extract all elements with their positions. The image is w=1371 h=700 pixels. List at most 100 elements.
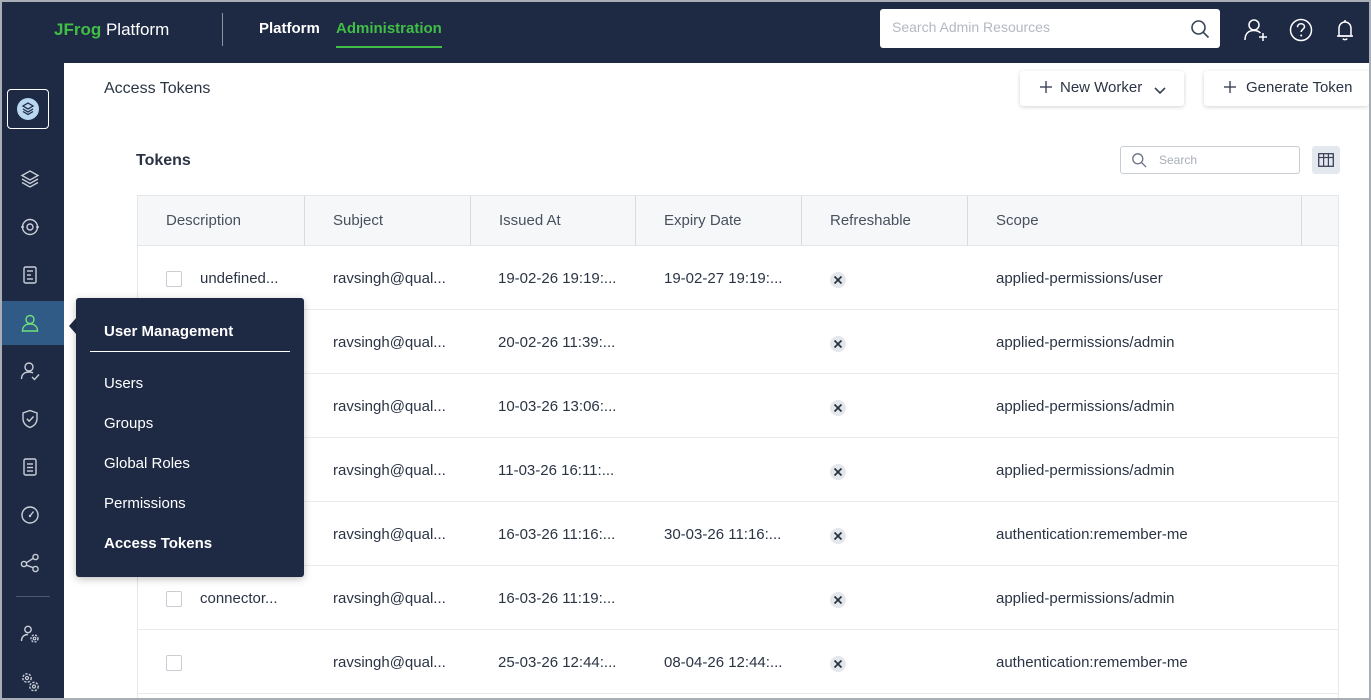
sidebar-item-admin[interactable] [2,660,64,698]
not-refreshable-icon [830,272,846,288]
sidebar-item-integrations[interactable] [2,541,64,585]
column-header-issued-at[interactable]: Issued At [471,196,636,246]
table-row[interactable]: ravsingh@qual... 10-03-26 13:06:... applie… [138,374,1338,438]
new-worker-button[interactable]: New Worker [1020,71,1184,106]
column-header-subject[interactable]: Subject [305,196,471,246]
header-divider [222,13,223,46]
cell-expiry-date: 30-03-26 11:16:... [664,526,782,543]
sidebar-item-pipelines[interactable] [2,253,64,297]
cell-description: undefined... [200,270,279,287]
sidebar-item-identity[interactable] [2,349,64,393]
search-icon[interactable] [1190,19,1210,44]
cell-scope: applied-permissions/admin [996,590,1175,607]
flyout-divider [90,351,290,352]
cell-subject: ravsingh@qual... [333,590,446,607]
cell-description: connector... [200,590,278,607]
flyout-item-groups[interactable]: Groups [104,415,153,432]
cell-expiry-date: 19-02-27 19:19:... [664,270,783,287]
cell-issued-at: 11-03-26 16:11:... [498,462,615,479]
user-management-icon [21,314,39,332]
platform-logo-icon[interactable] [7,89,49,129]
table-header: Description Subject Issued At Expiry Dat… [138,196,1338,246]
sidebar-item-monitoring[interactable] [2,493,64,537]
share-icon [20,553,39,573]
nav-platform[interactable]: Platform [259,20,320,37]
tokens-table: Description Subject Issued At Expiry Dat… [137,195,1339,698]
column-header-description[interactable]: Description [138,196,305,246]
logo-brand: JFrog [54,20,102,39]
column-header-scope[interactable]: Scope [968,196,1302,246]
gauge-icon [21,506,39,524]
row-checkbox[interactable] [166,655,182,671]
sidebar-item-logs[interactable] [2,445,64,489]
cell-subject: ravsingh@qual... [333,270,446,287]
cell-scope: applied-permissions/admin [996,398,1175,415]
cell-issued-at: 19-02-26 19:19:... [498,270,617,287]
cell-subject: ravsingh@qual... [333,526,446,543]
sidebar-divider [16,596,50,597]
bell-icon[interactable] [1333,17,1359,43]
cell-subject: ravsingh@qual... [333,462,446,479]
table-row[interactable]: ravsingh@qual... 16-03-26 11:16:... 30-03-… [138,502,1338,566]
sidebar-item-artifactory[interactable] [2,157,64,201]
flyout-title: User Management [104,323,234,340]
admin-gear-icon [22,673,39,692]
not-refreshable-icon [830,528,846,544]
add-user-icon[interactable] [1243,17,1269,43]
user-check-icon [20,362,40,381]
app-window: JFrog Platform Platform Administration S… [0,0,1371,700]
row-checkbox[interactable] [166,271,182,287]
table-row[interactable]: undefined... ravsingh@qual... 19-02-26 19:… [138,246,1338,310]
table-row[interactable]: connector... ravsingh@qual... 16-03-26 11:… [138,566,1338,630]
flyout-item-global-roles[interactable]: Global Roles [104,455,190,472]
cell-issued-at: 25-03-26 12:44:... [498,654,617,671]
sidebar-item-user-management[interactable] [2,301,64,345]
column-settings-button[interactable] [1312,146,1340,174]
table-row[interactable]: ravsingh@qual... 25-03-26 12:44:... 08-04-… [138,630,1338,694]
sidebar-item-security[interactable] [2,397,64,441]
token-search-box [1120,146,1300,174]
cell-scope: applied-permissions/admin [996,334,1175,351]
chevron-down-icon [1154,83,1166,100]
cell-issued-at: 16-03-26 11:16:... [498,526,616,543]
plus-icon [1038,79,1054,99]
not-refreshable-icon [830,592,846,608]
settings-gear-icon [20,625,39,643]
help-icon[interactable] [1288,17,1314,43]
tokens-section-title: Tokens [136,152,191,169]
cell-scope: applied-permissions/user [996,270,1163,287]
token-search-input[interactable] [1159,153,1289,167]
row-checkbox[interactable] [166,591,182,607]
generate-token-label: Generate Token [1246,79,1353,96]
generate-token-button[interactable]: Generate Token [1204,71,1369,106]
user-management-flyout: User Management Users Groups Global Role… [76,298,304,577]
layers-icon [20,170,40,188]
sidebar-item-distribution[interactable] [2,205,64,249]
left-sidebar [2,63,64,698]
platform-logo-circle [17,98,39,120]
sidebar-item-settings[interactable] [2,612,64,656]
admin-search-box [880,9,1220,48]
column-header-refreshable[interactable]: Refreshable [802,196,968,246]
flyout-item-users[interactable]: Users [104,375,143,392]
flyout-item-access-tokens[interactable]: Access Tokens [104,535,212,552]
not-refreshable-icon [830,656,846,672]
cell-expiry-date: 08-04-26 12:44:... [664,654,783,671]
cell-subject: ravsingh@qual... [333,334,446,351]
not-refreshable-icon [830,400,846,416]
document-icon [23,458,37,476]
table-row[interactable]: ravsingh@qual... 20-02-26 11:39:... applie… [138,310,1338,374]
logo-text: Platform [101,20,170,39]
shield-icon [22,409,38,429]
cell-issued-at: 10-03-26 13:06:... [498,398,617,415]
admin-search-input[interactable] [892,19,1172,35]
pipelines-icon [23,266,37,284]
table-row[interactable]: ravsingh@qual... 11-03-26 16:11:... applie… [138,438,1338,502]
cell-scope: authentication:remember-me [996,654,1188,671]
nav-administration[interactable]: Administration [336,20,442,48]
jfrog-logo[interactable]: JFrog Platform [54,20,169,40]
page-title: Access Tokens [104,80,211,97]
cell-issued-at: 16-03-26 11:19:... [498,590,616,607]
column-header-expiry-date[interactable]: Expiry Date [636,196,802,246]
flyout-item-permissions[interactable]: Permissions [104,495,186,512]
